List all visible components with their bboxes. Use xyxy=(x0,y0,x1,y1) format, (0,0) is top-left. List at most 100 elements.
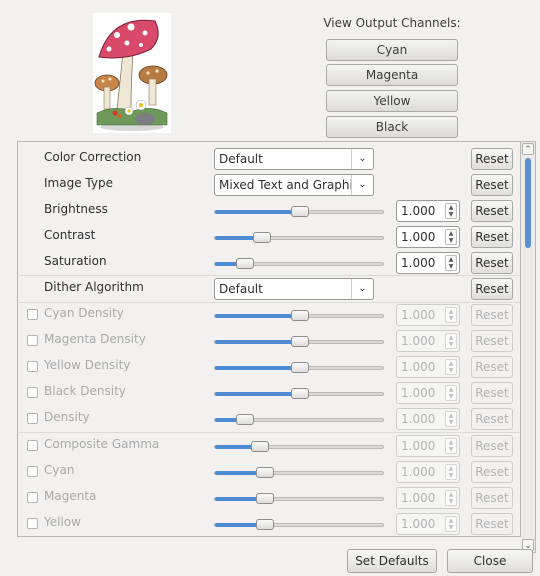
density-checkbox[interactable] xyxy=(27,413,38,424)
scroll-up-icon[interactable]: ⌃ xyxy=(522,143,534,155)
black-channel-button[interactable]: Black xyxy=(326,116,458,138)
spin-arrows-icon[interactable]: ▲ ▼ xyxy=(445,203,457,219)
black-density-reset-button[interactable]: Reset xyxy=(471,382,513,404)
set-defaults-button[interactable]: Set Defaults xyxy=(347,549,437,573)
composite-gamma-value: 1.000 xyxy=(401,439,436,453)
composite-gamma-label: Composite Gamma xyxy=(44,437,160,451)
magenta-density-label: Magenta Density xyxy=(44,332,146,346)
saturation-reset-button[interactable]: Reset xyxy=(471,252,513,274)
saturation-slider[interactable] xyxy=(214,258,384,269)
vertical-scrollbar[interactable]: ⌃ ⌄ xyxy=(521,141,536,553)
cyan-gamma-checkbox[interactable] xyxy=(27,466,38,477)
brightness-slider[interactable] xyxy=(214,206,384,217)
cyan-density-slider-handle[interactable] xyxy=(291,310,309,321)
saturation-label: Saturation xyxy=(44,254,107,268)
dither-algorithm-select[interactable]: Default ⌄ xyxy=(214,278,374,300)
magenta-density-reset-button[interactable]: Reset xyxy=(471,330,513,352)
spin-arrows-icon[interactable]: ▲ ▼ xyxy=(445,490,457,506)
image-type-reset-button[interactable]: Reset xyxy=(471,174,513,196)
composite-gamma-reset-button[interactable]: Reset xyxy=(471,435,513,457)
magenta-gamma-reset-button[interactable]: Reset xyxy=(471,487,513,509)
chevron-down-icon: ⌄ xyxy=(351,175,373,195)
yellow-gamma-slider[interactable] xyxy=(214,519,384,530)
color-correction-reset-button[interactable]: Reset xyxy=(471,148,513,170)
brightness-slider-handle[interactable] xyxy=(291,206,309,217)
color-correction-select[interactable]: Default ⌄ xyxy=(214,148,374,170)
yellow-gamma-checkbox[interactable] xyxy=(27,518,38,529)
yellow-density-reset-button[interactable]: Reset xyxy=(471,356,513,378)
spin-arrows-icon[interactable]: ▲ ▼ xyxy=(445,255,457,271)
density-reset-button[interactable]: Reset xyxy=(471,408,513,430)
settings-panel: Color Correction Default ⌄ Reset Image T… xyxy=(17,141,521,537)
yellow-gamma-spinbox[interactable]: 1.000 ▲ ▼ xyxy=(396,513,460,535)
dither-algorithm-reset-button[interactable]: Reset xyxy=(471,278,513,300)
magenta-density-checkbox[interactable] xyxy=(27,335,38,346)
composite-gamma-spinbox[interactable]: 1.000 ▲ ▼ xyxy=(396,435,460,457)
contrast-slider-handle[interactable] xyxy=(253,232,271,243)
yellow-density-value: 1.000 xyxy=(401,360,436,374)
brightness-value: 1.000 xyxy=(401,204,436,218)
cyan-gamma-reset-button[interactable]: Reset xyxy=(471,461,513,483)
density-slider-handle[interactable] xyxy=(236,414,254,425)
spin-arrows-icon[interactable]: ▲ ▼ xyxy=(445,464,457,480)
contrast-value: 1.000 xyxy=(401,230,436,244)
black-density-checkbox[interactable] xyxy=(27,387,38,398)
contrast-spinbox[interactable]: 1.000 ▲ ▼ xyxy=(396,226,460,248)
image-type-label: Image Type xyxy=(44,176,113,190)
magenta-density-slider-handle[interactable] xyxy=(291,336,309,347)
magenta-density-spinbox[interactable]: 1.000 ▲ ▼ xyxy=(396,330,460,352)
spin-arrows-icon[interactable]: ▲ ▼ xyxy=(445,333,457,349)
yellow-gamma-slider-handle[interactable] xyxy=(256,519,274,530)
saturation-spinbox[interactable]: 1.000 ▲ ▼ xyxy=(396,252,460,274)
yellow-channel-button[interactable]: Yellow xyxy=(326,90,458,112)
magenta-gamma-spinbox[interactable]: 1.000 ▲ ▼ xyxy=(396,487,460,509)
composite-gamma-slider[interactable] xyxy=(214,441,384,452)
composite-gamma-slider-handle[interactable] xyxy=(251,441,269,452)
magenta-density-slider[interactable] xyxy=(214,336,384,347)
color-correction-row: Color Correction Default ⌄ Reset xyxy=(18,146,520,172)
spin-arrows-icon[interactable]: ▲ ▼ xyxy=(445,307,457,323)
image-type-select[interactable]: Mixed Text and Graphi ⌄ xyxy=(214,174,374,196)
density-spinbox[interactable]: 1.000 ▲ ▼ xyxy=(396,408,460,430)
spin-arrows-icon[interactable]: ▲ ▼ xyxy=(445,229,457,245)
cyan-gamma-slider-handle[interactable] xyxy=(256,467,274,478)
yellow-density-slider-handle[interactable] xyxy=(291,362,309,373)
dither-algorithm-label: Dither Algorithm xyxy=(44,280,144,294)
brightness-reset-button[interactable]: Reset xyxy=(471,200,513,222)
black-density-spinbox[interactable]: 1.000 ▲ ▼ xyxy=(396,382,460,404)
spin-arrows-icon[interactable]: ▲ ▼ xyxy=(445,411,457,427)
density-slider[interactable] xyxy=(214,414,384,425)
brightness-spinbox[interactable]: 1.000 ▲ ▼ xyxy=(396,200,460,222)
yellow-density-checkbox[interactable] xyxy=(27,361,38,372)
cyan-density-checkbox[interactable] xyxy=(27,309,38,320)
magenta-gamma-slider[interactable] xyxy=(214,493,384,504)
cyan-density-reset-button[interactable]: Reset xyxy=(471,304,513,326)
saturation-slider-handle[interactable] xyxy=(236,258,254,269)
yellow-density-spinbox[interactable]: 1.000 ▲ ▼ xyxy=(396,356,460,378)
cyan-gamma-slider[interactable] xyxy=(214,467,384,478)
contrast-reset-button[interactable]: Reset xyxy=(471,226,513,248)
scrollbar-thumb[interactable] xyxy=(525,158,531,248)
cyan-gamma-spinbox[interactable]: 1.000 ▲ ▼ xyxy=(396,461,460,483)
output-channels-title: View Output Channels: xyxy=(323,16,461,30)
yellow-gamma-reset-button[interactable]: Reset xyxy=(471,513,513,535)
yellow-density-slider-fill xyxy=(215,366,300,370)
magenta-gamma-checkbox[interactable] xyxy=(27,492,38,503)
cyan-channel-button[interactable]: Cyan xyxy=(326,39,458,61)
yellow-gamma-value: 1.000 xyxy=(401,517,436,531)
spin-arrows-icon[interactable]: ▲ ▼ xyxy=(445,438,457,454)
saturation-row: Saturation 1.000 ▲ ▼ Reset xyxy=(18,250,520,276)
spin-arrows-icon[interactable]: ▲ ▼ xyxy=(445,385,457,401)
contrast-slider[interactable] xyxy=(214,232,384,243)
black-density-slider-handle[interactable] xyxy=(291,388,309,399)
spin-arrows-icon[interactable]: ▲ ▼ xyxy=(445,359,457,375)
composite-gamma-checkbox[interactable] xyxy=(27,440,38,451)
close-button[interactable]: Close xyxy=(447,549,533,573)
yellow-density-slider[interactable] xyxy=(214,362,384,373)
black-density-slider[interactable] xyxy=(214,388,384,399)
magenta-channel-button[interactable]: Magenta xyxy=(326,64,458,86)
magenta-gamma-slider-handle[interactable] xyxy=(256,493,274,504)
cyan-density-slider[interactable] xyxy=(214,310,384,321)
cyan-density-spinbox[interactable]: 1.000 ▲ ▼ xyxy=(396,304,460,326)
spin-arrows-icon[interactable]: ▲ ▼ xyxy=(445,516,457,532)
